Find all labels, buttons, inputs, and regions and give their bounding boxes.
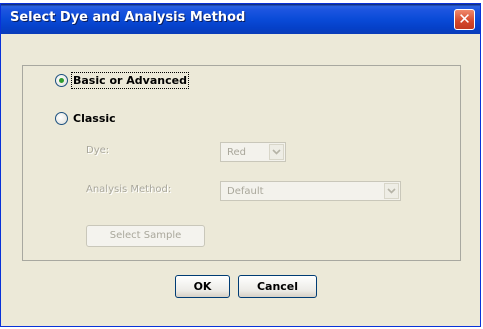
- title-bar[interactable]: Select Dye and Analysis Method ✕: [1, 4, 480, 34]
- radio-classic-button[interactable]: [55, 112, 68, 125]
- close-icon: ✕: [458, 10, 471, 28]
- analysis-method-dropdown[interactable]: Default: [220, 181, 401, 201]
- radio-basic-advanced-label: Basic or Advanced: [71, 72, 189, 89]
- dialog-title: Select Dye and Analysis Method: [10, 10, 246, 25]
- dye-dropdown[interactable]: Red: [220, 142, 286, 162]
- ok-button[interactable]: OK: [175, 275, 230, 298]
- dye-label: Dye:: [86, 145, 110, 156]
- radio-basic-advanced-button[interactable]: [55, 74, 68, 87]
- radio-basic-advanced[interactable]: Basic or Advanced: [55, 72, 189, 89]
- analysis-method-value: Default: [227, 186, 264, 197]
- radio-classic[interactable]: Classic: [55, 112, 116, 125]
- dye-dropdown-value: Red: [227, 147, 246, 158]
- dialog-window: Select Dye and Analysis Method ✕ Basic o…: [0, 3, 481, 327]
- select-sample-button[interactable]: Select Sample: [86, 225, 205, 247]
- chevron-down-icon: [384, 183, 399, 199]
- cancel-button[interactable]: Cancel: [238, 275, 317, 298]
- radio-classic-label: Classic: [73, 112, 116, 125]
- close-button[interactable]: ✕: [454, 9, 475, 30]
- chevron-down-icon: [269, 144, 284, 160]
- analysis-method-label: Analysis Method:: [86, 184, 172, 195]
